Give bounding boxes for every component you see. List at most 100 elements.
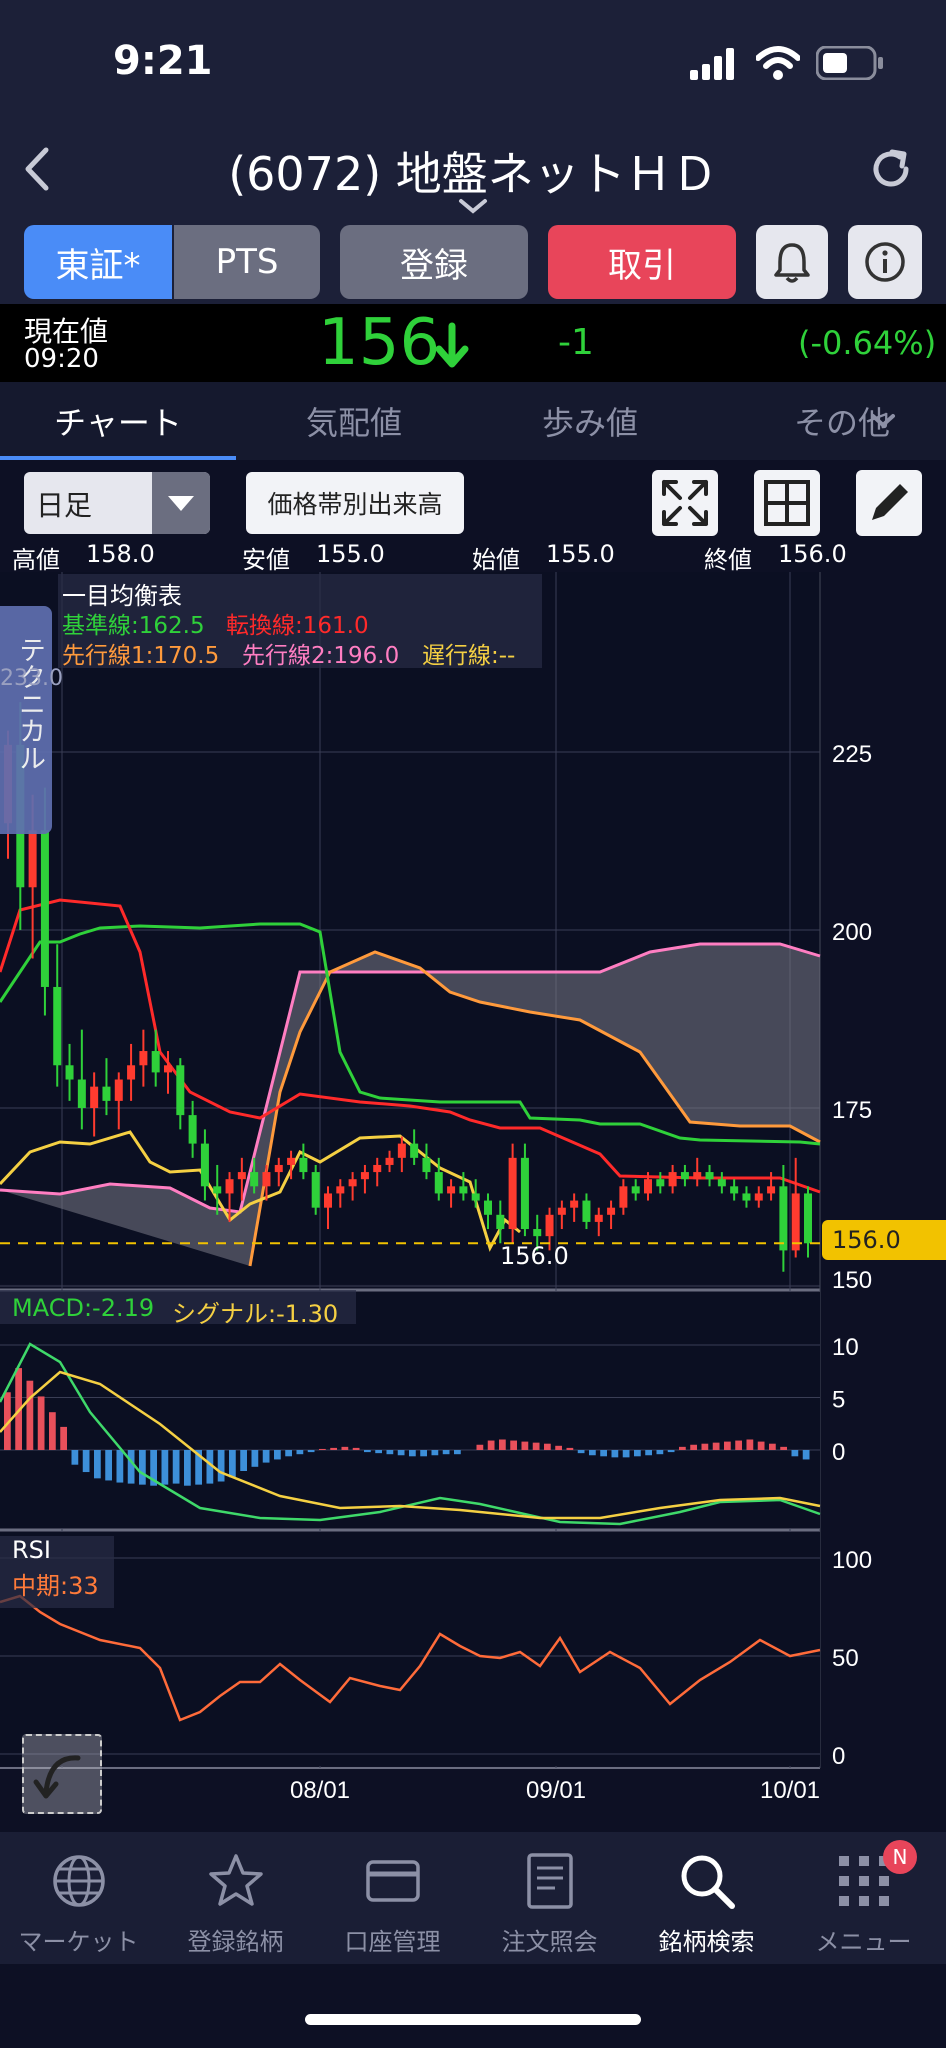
pencil-icon [872,484,908,520]
candle-body [693,1172,702,1180]
macd-histogram-bar [476,1444,484,1450]
triangle-down-icon [168,496,194,511]
macd-histogram-bar [139,1450,146,1485]
candle-body [619,1186,628,1208]
macd-histogram-bar [172,1450,180,1484]
macd-histogram-bar [240,1450,247,1471]
action-button-row: 東証* PTS 登録 取引 [0,220,946,304]
nav-market[interactable]: マーケット [0,1832,157,1964]
chart-toolbar: 日足 価格帯別出来高 [0,460,946,540]
candle-body [484,1200,492,1215]
candle-body [127,1065,136,1080]
candle-body [644,1179,652,1194]
macd-histogram-bar [352,1447,360,1450]
candle-body [668,1172,677,1187]
candle-body [274,1164,283,1173]
x-axis-label: 08/01 [290,1777,350,1804]
candle-body [804,1193,812,1244]
candle-body [65,1065,74,1080]
chevron-down-icon[interactable] [870,412,896,430]
nav-market-label: マーケット [18,1928,139,1956]
alert-button[interactable] [756,225,828,299]
candle-body [250,1172,259,1187]
macd-histogram-bar [690,1444,697,1450]
kijun-label: 基準線:162.5 [62,613,205,639]
technical-side-tab[interactable]: テクニカル [0,606,52,834]
price-change-pct: (-0.64%) [798,324,937,362]
nav-watchlist-label: 登録銘柄 [187,1928,284,1956]
candle-body [496,1214,505,1230]
star-icon [209,1854,263,1906]
macd-label: MACD:-2.19 [12,1294,155,1322]
macd-histogram-bar [397,1450,405,1456]
candle-body [582,1200,591,1222]
wifi-icon [756,46,800,80]
y-axis-label: 175 [832,1097,872,1124]
tab-bar: チャート 気配値 歩み値 その他 [0,382,946,461]
macd-histogram-bar [105,1450,112,1481]
info-button[interactable] [848,225,922,299]
market-tse-button[interactable]: 東証* [24,225,172,299]
curved-arrow-icon [33,1755,81,1799]
volume-by-price-button[interactable]: 価格帯別出来高 [246,472,464,534]
macd-histogram-bar [780,1446,787,1450]
current-price-tag-value: 156.0 [832,1226,901,1254]
candle-body [434,1172,443,1194]
candle-body [631,1186,640,1194]
nav-search[interactable]: 銘柄検索 [628,1832,785,1964]
tab-ticks[interactable]: 歩み値 [472,382,708,460]
expand-icon [662,480,708,526]
period-value: 日足 [36,489,93,522]
macd-histogram-bar [251,1450,259,1467]
nav-watchlist[interactable]: 登録銘柄 [157,1832,314,1964]
y-axis-label: 150 [832,1267,872,1294]
low-annotation: 156.0 [500,1242,569,1270]
macd-histogram-bar [71,1450,79,1465]
trade-button[interactable]: 取引 [548,225,736,299]
tab-chart[interactable]: チャート [0,382,236,460]
home-indicator [305,2014,641,2025]
candle-body [791,1193,800,1251]
senkou1-label: 先行線1:170.5 [62,643,220,669]
page-title[interactable]: (6072) 地盤ネットＨＤ [0,138,946,204]
macd-histogram-bar [285,1450,292,1457]
nav-account[interactable]: 口座管理 [314,1832,471,1964]
candle-body [373,1164,382,1173]
macd-histogram-bar [386,1450,394,1455]
header-bar: (6072) 地盤ネットＨＤ [0,116,946,220]
nav-orders[interactable]: 注文照会 [471,1832,628,1964]
refresh-icon[interactable] [868,146,914,192]
rsi-mid-label: 中期:33 [12,1572,99,1600]
macd-histogram-bar [375,1450,382,1454]
candle-body [311,1172,320,1208]
chart-scroll-button[interactable] [22,1734,102,1814]
macd-signal-label: シグナル:-1.30 [172,1300,339,1328]
rsi-axis-label: 50 [832,1645,859,1672]
macd-histogram-bar [26,1380,34,1450]
candle-body [287,1157,296,1165]
market-pts-button[interactable]: PTS [174,225,320,299]
macd-histogram-bar [566,1447,574,1450]
macd-histogram-bar [622,1450,630,1458]
fullscreen-button[interactable] [652,470,718,536]
draw-button[interactable] [856,470,922,536]
macd-histogram-bar [634,1450,641,1457]
candle-body [262,1172,271,1187]
chart-area[interactable]: 225 200 175 150 10 5 0 100 50 0 08/01 09/01 10/01 一目… [0,572,946,1832]
layout-button[interactable] [754,470,820,536]
register-button[interactable]: 登録 [340,225,528,299]
tab-other[interactable]: その他 [740,382,890,460]
period-select[interactable]: 日足 [24,472,210,534]
search-icon [681,1855,735,1909]
chevron-down-icon[interactable] [458,198,488,214]
tab-quotes[interactable]: 気配値 [236,382,472,460]
macd-histogram-bar [577,1450,585,1454]
technical-side-label: テクニカル [14,636,45,771]
nav-orders-label: 注文照会 [501,1928,598,1956]
y-axis-label: 225 [832,741,872,768]
nav-menu[interactable]: N メニュー [785,1832,942,1964]
period-dropdown[interactable] [152,472,210,534]
signal-icon [690,48,734,80]
chart-max-label: 233.0 [0,666,63,691]
candle-body [237,1172,246,1180]
